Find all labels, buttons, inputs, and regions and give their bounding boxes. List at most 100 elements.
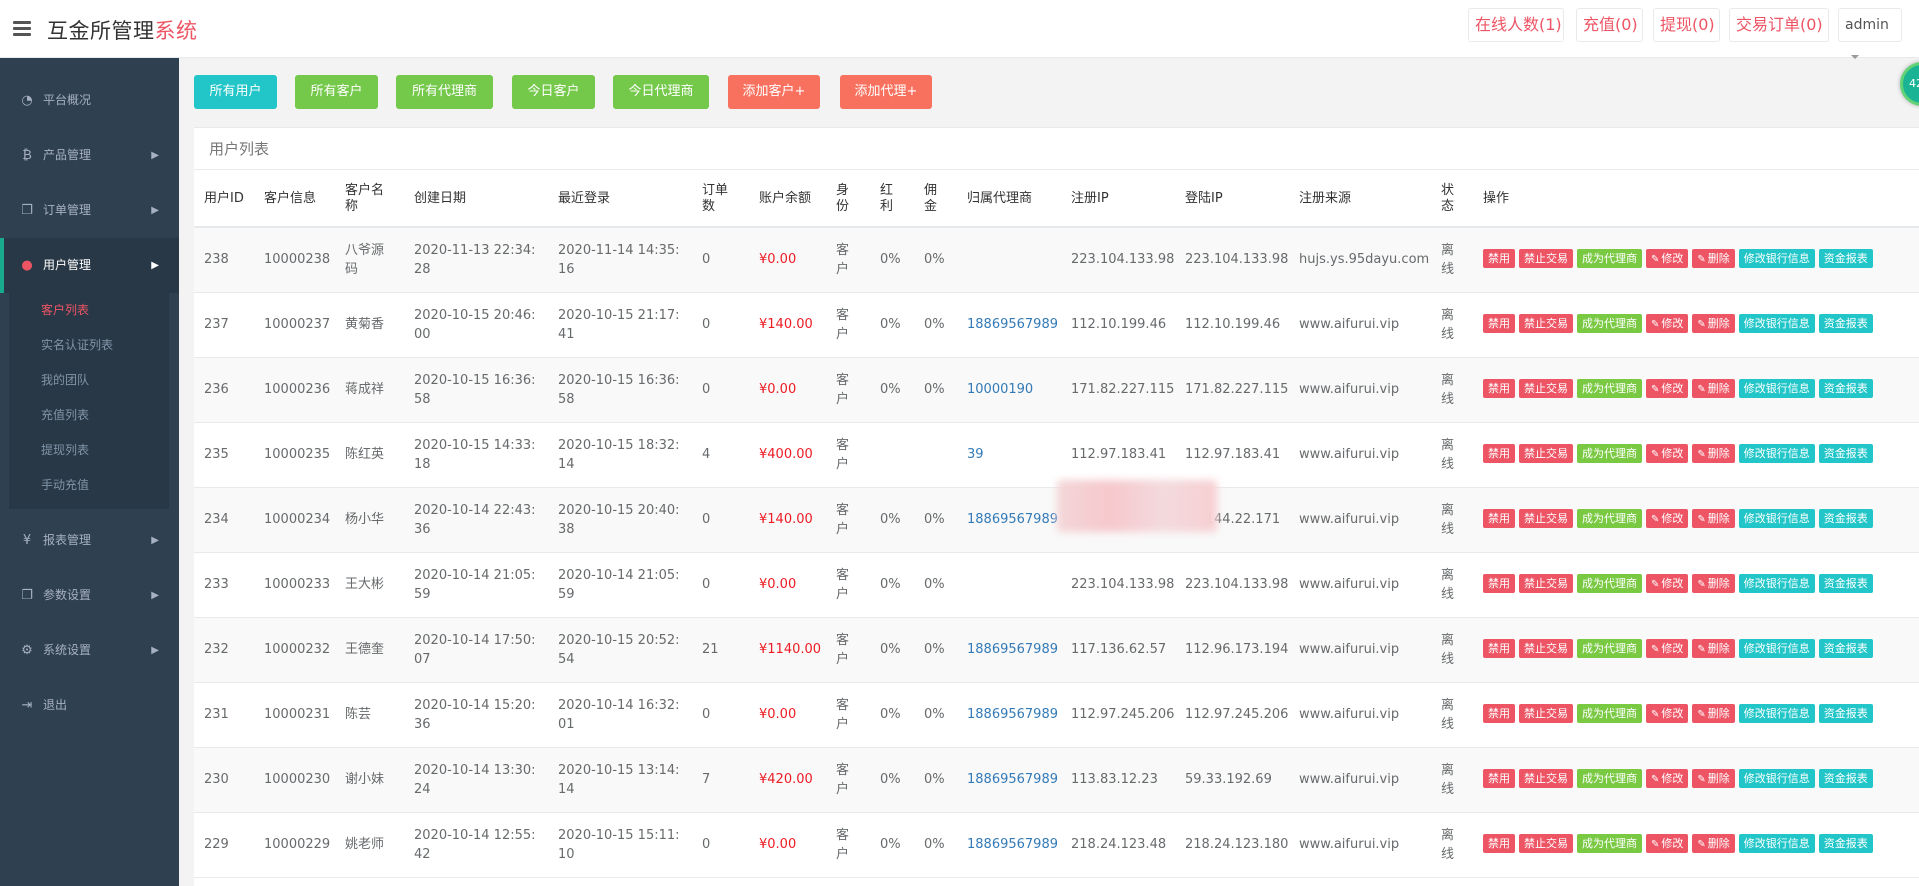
edit-bank-button[interactable]: 修改银行信息 <box>1738 379 1815 398</box>
disable-button[interactable]: 禁用 <box>1483 249 1515 269</box>
fund-report-button[interactable]: 资金报表 <box>1818 704 1873 723</box>
edit-bank-button[interactable]: 修改银行信息 <box>1738 834 1815 853</box>
fund-report-button[interactable]: 资金报表 <box>1818 509 1873 528</box>
ban-trade-button[interactable]: 禁止交易 <box>1519 509 1573 528</box>
make-agent-button[interactable]: 成为代理商 <box>1577 769 1642 788</box>
fund-report-button[interactable]: 资金报表 <box>1818 379 1873 398</box>
delete-button[interactable]: ✎ 删除 <box>1692 444 1735 463</box>
make-agent-button[interactable]: 成为代理商 <box>1577 639 1642 658</box>
edit-button[interactable]: ✎ 修改 <box>1646 769 1689 788</box>
col-customer-info[interactable]: 客户信息 <box>254 171 335 228</box>
fund-report-button[interactable]: 资金报表 <box>1818 639 1873 658</box>
ban-trade-button[interactable]: 禁止交易 <box>1519 574 1573 593</box>
sidebar-item-reports[interactable]: ¥ 报表管理 ▶ <box>0 513 179 568</box>
make-agent-button[interactable]: 成为代理商 <box>1577 574 1642 593</box>
sidebar-item-products[interactable]: ₿ 产品管理 ▶ <box>0 128 179 183</box>
edit-button[interactable]: ✎ 修改 <box>1646 704 1689 723</box>
col-reg-ip[interactable]: 注册IP <box>1061 171 1175 228</box>
col-role[interactable]: 身份 <box>826 171 870 228</box>
disable-button[interactable]: 禁用 <box>1483 769 1515 788</box>
ban-trade-button[interactable]: 禁止交易 <box>1519 639 1573 658</box>
delete-button[interactable]: ✎ 删除 <box>1692 769 1735 788</box>
ban-trade-button[interactable]: 禁止交易 <box>1519 314 1573 333</box>
col-last-login[interactable]: 最近登录 <box>548 171 692 228</box>
fund-report-button[interactable]: 资金报表 <box>1818 249 1873 269</box>
add-agent-button[interactable]: 添加代理+ <box>840 75 932 109</box>
withdraw-button[interactable]: 提现(0) <box>1653 8 1720 42</box>
disable-button[interactable]: 禁用 <box>1483 704 1515 723</box>
submenu-recharge-list[interactable]: 充值列表 <box>9 398 169 433</box>
make-agent-button[interactable]: 成为代理商 <box>1577 509 1642 528</box>
ban-trade-button[interactable]: 禁止交易 <box>1519 379 1573 398</box>
col-created-date[interactable]: 创建日期 <box>404 171 548 228</box>
fund-report-button[interactable]: 资金报表 <box>1818 769 1873 788</box>
delete-button[interactable]: ✎ 删除 <box>1692 574 1735 593</box>
row-agent[interactable]: 39 <box>957 422 1061 488</box>
make-agent-button[interactable]: 成为代理商 <box>1577 379 1642 398</box>
edit-button[interactable]: ✎ 修改 <box>1646 834 1689 853</box>
fund-report-button[interactable]: 资金报表 <box>1818 574 1873 593</box>
col-commission[interactable]: 佣金 <box>914 171 957 228</box>
col-user-id[interactable]: 用户ID <box>194 171 254 228</box>
filter-all-users-button[interactable]: 所有用户 <box>194 75 277 109</box>
row-agent[interactable]: 18869567989 <box>957 292 1061 358</box>
fund-report-button[interactable]: 资金报表 <box>1818 314 1873 333</box>
admin-dropdown[interactable]: admin <box>1838 8 1902 59</box>
ban-trade-button[interactable]: 禁止交易 <box>1519 834 1573 853</box>
edit-bank-button[interactable]: 修改银行信息 <box>1738 639 1815 658</box>
delete-button[interactable]: ✎ 删除 <box>1692 639 1735 658</box>
submenu-customer-list[interactable]: 客户列表 <box>9 293 169 328</box>
ban-trade-button[interactable]: 禁止交易 <box>1519 249 1573 269</box>
ban-trade-button[interactable]: 禁止交易 <box>1519 704 1573 723</box>
submenu-manual-recharge[interactable]: 手动充值 <box>9 468 169 503</box>
disable-button[interactable]: 禁用 <box>1483 509 1515 528</box>
delete-button[interactable]: ✎ 删除 <box>1692 704 1735 723</box>
disable-button[interactable]: 禁用 <box>1483 379 1515 398</box>
col-agent[interactable]: 归属代理商 <box>957 171 1061 228</box>
edit-button[interactable]: ✎ 修改 <box>1646 639 1689 658</box>
edit-bank-button[interactable]: 修改银行信息 <box>1738 314 1815 333</box>
sidebar-item-logout[interactable]: ⇥ 退出 <box>0 678 179 733</box>
col-bonus[interactable]: 红利 <box>870 171 914 228</box>
edit-button[interactable]: ✎ 修改 <box>1646 379 1689 398</box>
trade-orders-button[interactable]: 交易订单(0) <box>1729 8 1829 42</box>
sidebar-item-system[interactable]: ⚙ 系统设置 ▶ <box>0 623 179 678</box>
edit-button[interactable]: ✎ 修改 <box>1646 249 1689 269</box>
col-balance[interactable]: 账户余额 <box>749 171 826 228</box>
submenu-realname-list[interactable]: 实名认证列表 <box>9 328 169 363</box>
filter-all-customers-button[interactable]: 所有客户 <box>295 75 378 109</box>
make-agent-button[interactable]: 成为代理商 <box>1577 444 1642 463</box>
fund-report-button[interactable]: 资金报表 <box>1818 444 1873 463</box>
ban-trade-button[interactable]: 禁止交易 <box>1519 444 1573 463</box>
edit-bank-button[interactable]: 修改银行信息 <box>1738 509 1815 528</box>
col-order-count[interactable]: 订单数 <box>692 171 749 228</box>
edit-bank-button[interactable]: 修改银行信息 <box>1738 249 1815 269</box>
delete-button[interactable]: ✎ 删除 <box>1692 509 1735 528</box>
edit-bank-button[interactable]: 修改银行信息 <box>1738 769 1815 788</box>
col-status[interactable]: 状态 <box>1431 171 1473 228</box>
edit-bank-button[interactable]: 修改银行信息 <box>1738 704 1815 723</box>
submenu-my-team[interactable]: 我的团队 <box>9 363 169 398</box>
sidebar-item-orders[interactable]: ❐ 订单管理 ▶ <box>0 183 179 238</box>
menu-toggle-icon[interactable] <box>13 21 31 36</box>
disable-button[interactable]: 禁用 <box>1483 444 1515 463</box>
disable-button[interactable]: 禁用 <box>1483 574 1515 593</box>
filter-today-agents-button[interactable]: 今日代理商 <box>613 75 709 109</box>
edit-button[interactable]: ✎ 修改 <box>1646 574 1689 593</box>
sidebar-item-users[interactable]: ● 用户管理 ▶ <box>0 238 179 293</box>
disable-button[interactable]: 禁用 <box>1483 314 1515 333</box>
filter-all-agents-button[interactable]: 所有代理商 <box>396 75 493 109</box>
row-agent[interactable]: 18869567989 <box>957 617 1061 683</box>
row-agent[interactable]: 18869567989 <box>957 682 1061 748</box>
delete-button[interactable]: ✎ 删除 <box>1692 314 1735 333</box>
edit-bank-button[interactable]: 修改银行信息 <box>1738 574 1815 593</box>
disable-button[interactable]: 禁用 <box>1483 639 1515 658</box>
edit-bank-button[interactable]: 修改银行信息 <box>1738 444 1815 463</box>
row-agent[interactable] <box>957 227 1061 293</box>
fund-report-button[interactable]: 资金报表 <box>1818 834 1873 853</box>
make-agent-button[interactable]: 成为代理商 <box>1577 249 1642 269</box>
edit-button[interactable]: ✎ 修改 <box>1646 444 1689 463</box>
make-agent-button[interactable]: 成为代理商 <box>1577 314 1642 333</box>
submenu-withdraw-list[interactable]: 提现列表 <box>9 433 169 468</box>
sidebar-item-dashboard[interactable]: ◔ 平台概况 <box>0 73 179 128</box>
